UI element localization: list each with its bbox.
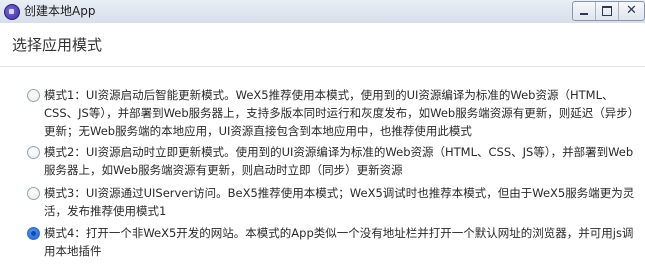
minimize-icon xyxy=(580,13,588,15)
window-title: 创建本地App xyxy=(24,4,96,18)
close-icon: ✕ xyxy=(626,3,637,18)
page-header: 选择应用模式 xyxy=(0,23,645,67)
mode-2-radio[interactable] xyxy=(27,146,40,159)
maximize-icon xyxy=(602,6,612,16)
create-local-app-window: 创建本地App ✕ 选择应用模式 模式1：UI资源启动后智能更新模式。WeX5推… xyxy=(0,0,645,278)
mode-2-label: 模式2：UI资源启动时立即更新模式。使用到的UI资源编译为标准的Web资源（HT… xyxy=(44,145,634,177)
mode-1-radio[interactable] xyxy=(27,89,40,102)
mode-4-label: 模式4：打开一个非WeX5开发的网站。本模式的App类似一个没有地址栏并打开一个… xyxy=(44,226,634,258)
window-controls: ✕ xyxy=(572,1,645,21)
mode-3-label: 模式3：UI资源通过UIServer访问。BeX5推荐使用本模式；WeX5调试时… xyxy=(44,186,635,218)
title-bar[interactable]: 创建本地App ✕ xyxy=(0,0,645,24)
mode-4-radio[interactable] xyxy=(27,227,40,240)
minimize-button[interactable] xyxy=(573,2,596,20)
mode-1-label: 模式1：UI资源启动后智能更新模式。WeX5推荐使用本模式，使用到的UI资源编译… xyxy=(44,88,640,138)
close-button[interactable]: ✕ xyxy=(619,2,644,20)
page-title: 选择应用模式 xyxy=(12,36,103,54)
maximize-button[interactable] xyxy=(596,2,619,20)
mode-3-radio[interactable] xyxy=(27,187,40,200)
app-icon xyxy=(4,4,20,20)
